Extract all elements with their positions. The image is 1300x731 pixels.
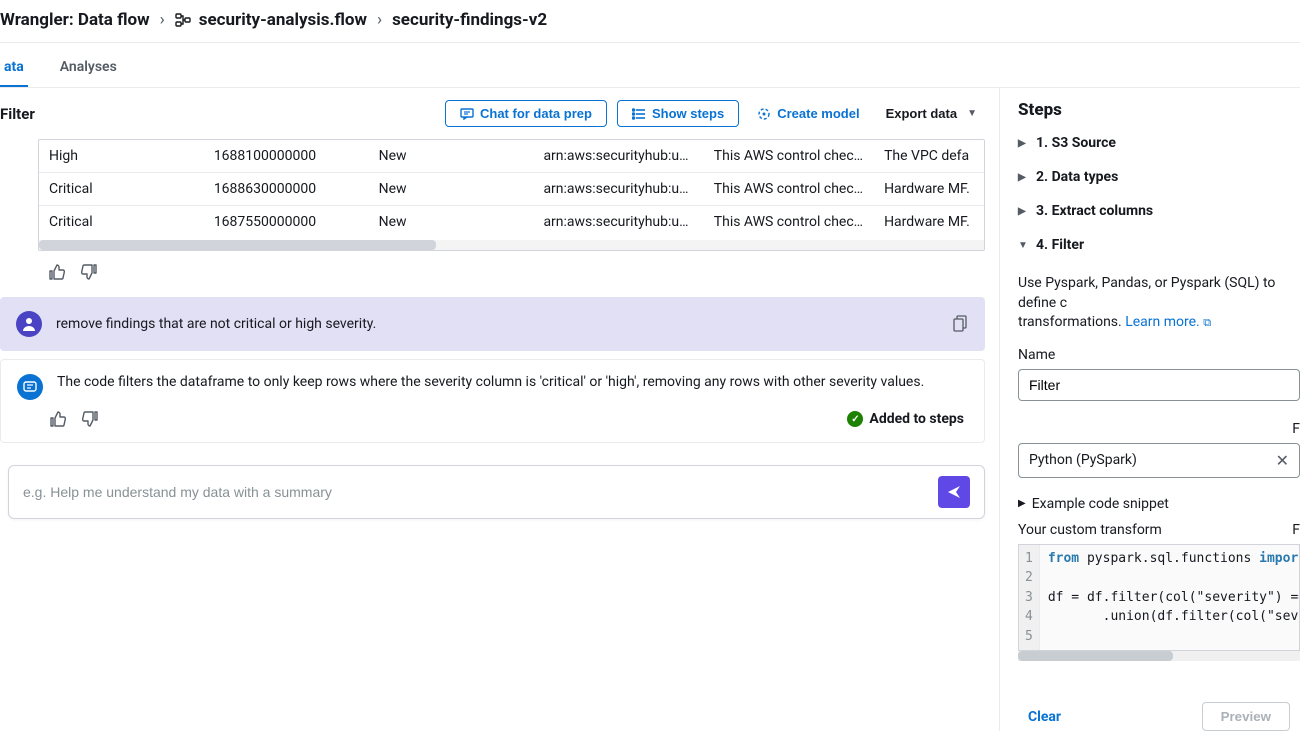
breadcrumb: Wrangler: Data flow › security-analysis.… [0,0,1300,42]
thumbs-down-icon[interactable] [80,263,98,281]
name-field-label: Name [1018,347,1300,363]
language-select[interactable]: Python (PySpark) ✕ [1018,443,1300,478]
export-data-button[interactable]: Export data ▼ [878,101,985,126]
external-link-icon: ⧉ [1203,316,1211,329]
code-horizontal-scrollbar[interactable] [1018,651,1300,661]
data-table: High 1688100000000 New arn:aws:securityh… [38,139,985,251]
chat-input-field[interactable] [23,484,930,500]
steps-panel-title: Steps [1018,100,1300,120]
step-item-data-types[interactable]: ▶ 2. Data types [1018,160,1300,194]
table-row[interactable]: Critical 1688630000000 New arn:aws:secur… [39,173,984,206]
breadcrumb-root[interactable]: Wrangler: Data flow [0,10,150,30]
chat-assistant-text: The code filters the dataframe to only k… [57,374,924,390]
caret-right-icon: ▶ [1018,138,1028,149]
chat-input[interactable] [8,465,985,519]
model-icon [757,107,771,121]
clear-select-icon[interactable]: ✕ [1276,451,1289,470]
list-icon [632,108,646,120]
tabs: ata Analyses [0,43,1300,88]
clear-button[interactable]: Clear [1018,703,1071,731]
caret-right-icon: ▶ [1018,498,1026,509]
assistant-avatar-icon [17,374,43,400]
user-avatar-icon [16,311,42,337]
thumbs-up-icon[interactable] [48,263,66,281]
toolbar: Filter Chat for data prep Show steps [0,88,999,139]
name-field[interactable] [1018,369,1300,401]
check-circle-icon: ✓ [847,411,863,427]
example-snippet-toggle[interactable]: ▶ Example code snippet [1018,496,1300,512]
table-row[interactable]: High 1688100000000 New arn:aws:securityh… [39,140,984,173]
caret-right-icon: ▶ [1018,206,1028,217]
horizontal-scrollbar[interactable] [39,240,984,250]
chevron-right-icon: › [160,10,165,30]
chat-for-data-prep-button[interactable]: Chat for data prep [445,100,607,127]
custom-transform-label: Your custom transform [1018,522,1162,538]
chat-icon [460,108,474,120]
chevron-right-icon: › [377,10,382,30]
caret-right-icon: ▶ [1018,172,1028,183]
code-gutter: 12345 [1019,545,1040,651]
tab-analyses[interactable]: Analyses [56,53,121,87]
thumbs-up-icon[interactable] [49,410,67,428]
step-item-extract-columns[interactable]: ▶ 3. Extract columns [1018,194,1300,228]
tab-data[interactable]: ata [0,53,28,87]
table-row[interactable]: Critical 1687550000000 New arn:aws:secur… [39,206,984,239]
breadcrumb-flow[interactable]: security-analysis.flow [175,10,367,30]
page-title: Filter [0,105,35,123]
send-button[interactable] [938,476,970,508]
flow-icon [175,13,191,27]
thumbs-down-icon[interactable] [81,410,99,428]
field-hint: F [1018,421,1300,437]
step-item-s3-source[interactable]: ▶ 1. S3 Source [1018,126,1300,160]
caret-down-icon: ▼ [967,108,977,119]
step-item-filter[interactable]: ▼ 4. Filter [1018,228,1300,262]
field-hint: F [1292,522,1300,538]
create-model-button[interactable]: Create model [749,101,867,126]
breadcrumb-node[interactable]: security-findings-v2 [392,10,547,30]
step-description: Use Pyspark, Pandas, or Pyspark (SQL) to… [1018,274,1300,333]
added-to-steps-status: ✓ Added to steps [847,411,964,427]
chat-user-message: remove findings that are not critical or… [0,297,985,351]
learn-more-link[interactable]: Learn more. ⧉ [1125,314,1211,330]
chat-user-text: remove findings that are not critical or… [56,316,376,332]
chat-assistant-message: The code filters the dataframe to only k… [0,359,985,400]
preview-button[interactable]: Preview [1202,702,1290,731]
show-steps-button[interactable]: Show steps [617,100,739,127]
copy-icon[interactable] [953,315,969,333]
caret-down-icon: ▼ [1018,240,1028,251]
code-editor[interactable]: 12345 from pyspark.sql.functions import … [1018,544,1300,652]
code-content[interactable]: from pyspark.sql.functions import df = d… [1040,545,1299,651]
